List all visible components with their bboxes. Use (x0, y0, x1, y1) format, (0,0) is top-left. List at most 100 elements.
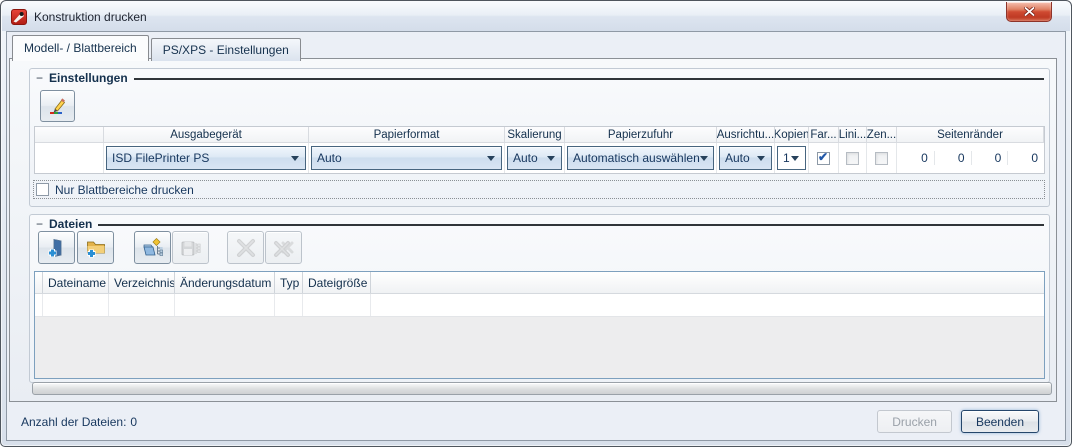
close-button[interactable] (1006, 2, 1052, 22)
column-header-papierzufuhr: Papierzufuhr (565, 127, 717, 143)
print-settings-table: Ausgabegerät Papierformat Skalierung Pap… (34, 126, 1045, 174)
load-file-list-icon (142, 237, 163, 256)
add-folder-button[interactable] (77, 231, 114, 264)
copies-select[interactable]: 1 (777, 146, 806, 170)
centered-cell (867, 143, 897, 173)
quit-button[interactable]: Beenden (960, 410, 1039, 433)
centered-checkbox[interactable] (875, 151, 888, 165)
paper-feed-select[interactable]: Automatisch auswählen (567, 146, 714, 170)
column-header-ausrichtung: Ausrichtu... (717, 127, 775, 143)
lines-checkbox[interactable] (846, 151, 859, 165)
paper-format-cell: Auto (309, 143, 505, 173)
cell (303, 294, 371, 316)
copies-cell: 1 (775, 143, 809, 173)
margin-top-field[interactable]: 0 (933, 151, 971, 165)
settings-group: − Einstellungen Ausgabegerät Papierforma… (29, 68, 1050, 207)
print-button[interactable]: Drucken (877, 410, 952, 433)
cell (35, 294, 43, 316)
edit-settings-button[interactable] (40, 90, 75, 122)
save-file-list-icon (181, 241, 201, 255)
tab-label: Modell- / Blattbereich (24, 41, 137, 55)
column-header-seitenraender: Seitenränder (897, 127, 1044, 143)
app-icon (11, 8, 27, 25)
files-group-caption: − Dateien (36, 217, 1044, 231)
row-selector-cell (35, 143, 104, 173)
remove-all-files-button[interactable] (265, 231, 302, 264)
color-cell (809, 143, 839, 173)
output-device-cell: ISD FilePrinter PS (104, 143, 309, 173)
settings-group-caption: − Einstellungen (36, 71, 1044, 85)
chevron-down-icon (487, 155, 495, 161)
copies-value: 1 (783, 151, 790, 165)
margin-bottom-field[interactable]: 0 (1007, 151, 1044, 165)
remove-all-files-icon (273, 240, 293, 257)
column-header-ausgabegeraet: Ausgabegerät (104, 127, 309, 143)
scaling-cell: Auto (505, 143, 565, 173)
margin-right-field[interactable]: 0 (970, 151, 1008, 165)
horizontal-scrollbar[interactable] (32, 382, 1052, 395)
files-count-value: 0 (130, 414, 138, 429)
window-title: Konstruktion drucken (34, 9, 147, 24)
files-empty-row (35, 294, 1044, 317)
title-bar: Konstruktion drucken (2, 2, 1070, 31)
sheet-areas-only-checkbox[interactable] (36, 183, 49, 196)
sheet-areas-only-row: Nur Blattbereiche drucken (33, 180, 1045, 199)
files-group-title: Dateien (49, 217, 93, 231)
orientation-select[interactable]: Auto (719, 146, 772, 170)
files-column-aenderungsdatum[interactable]: Änderungsdatum (175, 272, 275, 293)
chevron-down-icon (791, 155, 799, 161)
files-count-status: Anzahl der Dateien: 0 (21, 415, 137, 429)
files-count-label: Anzahl der Dateien: (21, 414, 127, 429)
files-column-dateigroesse[interactable]: Dateigröße (303, 272, 371, 293)
tab-modell-blattbereich[interactable]: Modell- / Blattbereich (12, 35, 149, 61)
files-list-header: Dateiname Verzeichnis Änderungsdatum Typ… (35, 272, 1044, 294)
footer-buttons: Drucken Beenden (877, 410, 1057, 433)
collapse-toggle-icon[interactable]: − (36, 71, 43, 85)
tab-bar: Modell- / Blattbereich PS/XPS - Einstell… (12, 35, 301, 61)
column-header-papierformat: Papierformat (309, 127, 505, 143)
column-header-kopien: Kopien (775, 127, 809, 143)
paper-feed-value: Automatisch auswählen (573, 151, 700, 165)
files-column-filler (371, 272, 1044, 293)
load-file-list-button[interactable] (134, 231, 171, 264)
column-header-farbe: Far... (809, 127, 839, 143)
settings-group-title: Einstellungen (49, 71, 128, 85)
output-device-select[interactable]: ISD FilePrinter PS (106, 146, 306, 170)
close-icon (1023, 7, 1035, 16)
remove-file-icon (236, 238, 255, 257)
files-column-typ[interactable]: Typ (275, 272, 303, 293)
page-margins-cell: 0 0 0 0 (897, 143, 1044, 173)
chevron-down-icon (547, 155, 555, 161)
chevron-down-icon (757, 155, 765, 161)
files-header-sliver (35, 272, 43, 293)
save-file-list-button[interactable] (172, 231, 209, 264)
margin-left-field[interactable]: 0 (897, 151, 934, 165)
tab-ps-xps-einstellungen[interactable]: PS/XPS - Einstellungen (150, 38, 301, 61)
cell (175, 294, 275, 316)
files-column-verzeichnis[interactable]: Verzeichnis (109, 272, 175, 293)
column-header-zentriert: Zen... (867, 127, 897, 143)
files-column-dateiname[interactable]: Dateiname (43, 272, 109, 293)
print-dialog-window: Konstruktion drucken Modell- / Blattbere… (0, 0, 1072, 447)
column-header-rowselector (35, 127, 104, 143)
column-header-skalierung: Skalierung (505, 127, 565, 143)
print-button-label: Drucken (892, 414, 937, 429)
pencil-icon (49, 98, 65, 114)
add-file-button[interactable] (38, 231, 75, 264)
chevron-down-icon (291, 155, 299, 161)
remove-file-button[interactable] (227, 231, 264, 264)
paper-feed-cell: Automatisch auswählen (565, 143, 717, 173)
cell (43, 294, 109, 316)
color-checkbox[interactable] (817, 150, 830, 165)
tab-page-modell-blattbereich: − Einstellungen Ausgabegerät Papierforma… (9, 58, 1057, 402)
caption-rule (133, 77, 1044, 80)
footer-bar: Anzahl der Dateien: 0 Drucken Beenden (9, 403, 1057, 440)
caption-rule (98, 223, 1044, 226)
sheet-areas-only-label: Nur Blattbereiche drucken (55, 182, 194, 197)
scaling-select[interactable]: Auto (507, 146, 562, 170)
collapse-toggle-icon[interactable]: − (36, 217, 43, 231)
output-device-value: ISD FilePrinter PS (112, 151, 210, 165)
paper-format-select[interactable]: Auto (311, 146, 502, 170)
files-list: Dateiname Verzeichnis Änderungsdatum Typ… (34, 271, 1045, 379)
scaling-value: Auto (513, 151, 538, 165)
